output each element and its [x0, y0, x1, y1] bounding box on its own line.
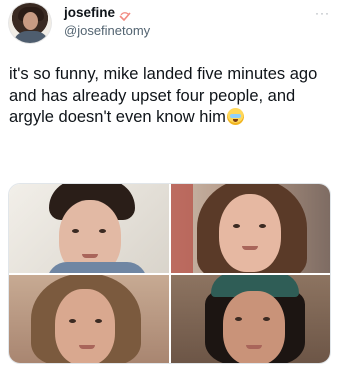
photo-3-face — [55, 289, 115, 363]
avatar-face — [23, 12, 38, 30]
photo-3-left-eye — [69, 319, 76, 323]
more-options-icon[interactable]: ··· — [315, 6, 330, 20]
photo-2-face — [219, 194, 281, 272]
media-photo-4[interactable] — [171, 275, 330, 363]
author-avatar[interactable] — [8, 2, 52, 44]
author-name-row[interactable]: josefine — [64, 5, 132, 21]
photo-3-mouth — [79, 345, 95, 349]
crying-laughing-emoji-icon — [226, 108, 244, 125]
photo-1-mouth — [82, 254, 98, 258]
author-display-name[interactable]: josefine — [64, 5, 115, 20]
media-photo-1[interactable] — [9, 184, 169, 273]
photo-2-left-eye — [233, 224, 240, 228]
photo-4-left-eye — [235, 317, 242, 321]
lock-icon — [118, 8, 132, 21]
photo-2-background-red — [171, 184, 193, 273]
photo-2-right-eye — [259, 224, 266, 228]
tweet-text: it's so funny, mike landed five minutes … — [9, 64, 333, 129]
photo-3-right-eye — [95, 319, 102, 323]
photo-4-right-eye — [263, 317, 270, 321]
tweet-header: josefine @josefinetomy ··· — [8, 2, 332, 44]
photo-1-shirt — [47, 262, 147, 273]
photo-4-mouth — [246, 345, 262, 349]
photo-2-mouth — [242, 246, 258, 250]
photo-4-face — [223, 291, 285, 363]
photo-1-right-eye — [99, 229, 106, 233]
avatar-shirt — [13, 31, 49, 43]
tweet-media-grid[interactable] — [8, 183, 331, 364]
tweet-card: josefine @josefinetomy ··· it's so funny… — [0, 0, 340, 374]
author-handle[interactable]: @josefinetomy — [64, 23, 150, 38]
media-photo-2[interactable] — [171, 184, 330, 273]
media-photo-3[interactable] — [9, 275, 169, 363]
photo-1-left-eye — [72, 229, 79, 233]
tweet-text-content: it's so funny, mike landed five minutes … — [9, 65, 318, 126]
